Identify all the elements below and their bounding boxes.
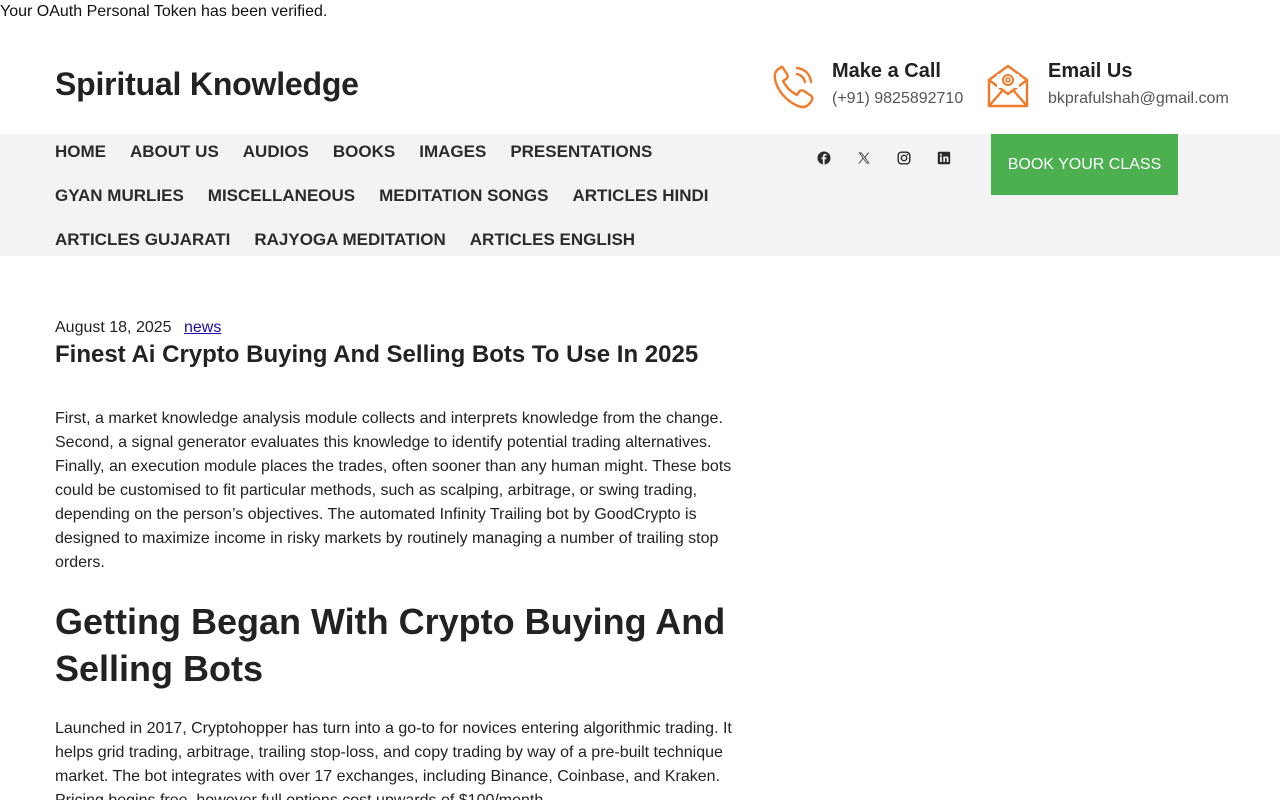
envelope-icon bbox=[986, 60, 1034, 112]
nav-about-us[interactable]: ABOUT US bbox=[130, 142, 219, 162]
nav-images[interactable]: IMAGES bbox=[419, 142, 486, 162]
nav-articles-hindi[interactable]: ARTICLES HINDI bbox=[573, 186, 709, 206]
nav-articles-gujarati[interactable]: ARTICLES GUJARATI bbox=[55, 230, 230, 250]
nav-articles-english[interactable]: ARTICLES ENGLISH bbox=[470, 230, 635, 250]
contact-call[interactable]: Make a Call (+91) 9825892710 bbox=[770, 60, 963, 112]
nav-row-2: GYAN MURLIES MISCELLANEOUS MEDITATION SO… bbox=[55, 186, 733, 206]
x-icon[interactable] bbox=[856, 150, 872, 166]
post-category-link[interactable]: news bbox=[184, 319, 221, 336]
call-number[interactable]: (+91) 9825892710 bbox=[832, 90, 963, 108]
post-paragraph-1: First, a market knowledge analysis modul… bbox=[55, 410, 732, 571]
nav-miscellaneous[interactable]: MISCELLANEOUS bbox=[208, 186, 355, 206]
instagram-icon[interactable] bbox=[896, 150, 912, 166]
nav-audios[interactable]: AUDIOS bbox=[243, 142, 309, 162]
email-title: Email Us bbox=[1048, 60, 1133, 82]
nav-home[interactable]: HOME bbox=[55, 142, 106, 162]
social-links bbox=[816, 150, 976, 166]
facebook-icon[interactable] bbox=[816, 150, 832, 166]
verification-notice: Your OAuth Personal Token has been verif… bbox=[0, 3, 328, 20]
nav-books[interactable]: BOOKS bbox=[333, 142, 395, 162]
email-address[interactable]: bkprafulshah@gmail.com bbox=[1048, 90, 1229, 108]
nav-gyan-murlies[interactable]: GYAN MURLIES bbox=[55, 186, 184, 206]
book-your-class-button[interactable]: BOOK YOUR CLASS bbox=[991, 134, 1178, 195]
contact-email[interactable]: Email Us bkprafulshah@gmail.com bbox=[986, 60, 1229, 112]
post-title: Finest Ai Crypto Buying And Selling Bots… bbox=[55, 341, 699, 368]
call-title: Make a Call bbox=[832, 60, 941, 82]
main-navigation: HOME ABOUT US AUDIOS BOOKS IMAGES PRESEN… bbox=[0, 134, 1280, 256]
site-title[interactable]: Spiritual Knowledge bbox=[55, 66, 359, 103]
linkedin-icon[interactable] bbox=[936, 150, 952, 166]
post-paragraph-2: Launched in 2017, Cryptohopper has turn … bbox=[55, 720, 732, 800]
nav-row-1: HOME ABOUT US AUDIOS BOOKS IMAGES PRESEN… bbox=[55, 142, 676, 162]
nav-row-3: ARTICLES GUJARATI RAJYOGA MEDITATION ART… bbox=[55, 230, 659, 250]
nav-meditation-songs[interactable]: MEDITATION SONGS bbox=[379, 186, 548, 206]
phone-icon bbox=[770, 60, 818, 112]
post-meta: August 18, 2025 news bbox=[55, 319, 221, 337]
section-heading: Getting Began With Crypto Buying And Sel… bbox=[55, 601, 726, 689]
nav-presentations[interactable]: PRESENTATIONS bbox=[510, 142, 652, 162]
post-date: August 18, 2025 bbox=[55, 319, 172, 336]
nav-rajyoga-meditation[interactable]: RAJYOGA MEDITATION bbox=[254, 230, 445, 250]
